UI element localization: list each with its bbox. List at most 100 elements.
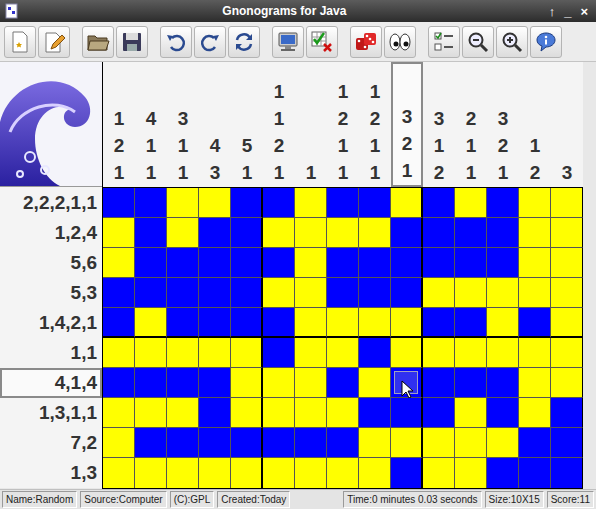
solve-button[interactable]	[272, 26, 304, 58]
grid-cell[interactable]	[455, 398, 487, 428]
open-button[interactable]	[82, 26, 114, 58]
grid-cell[interactable]	[295, 368, 327, 398]
settings-button[interactable]	[428, 26, 460, 58]
grid-cell[interactable]	[231, 428, 263, 458]
grid-cell[interactable]	[199, 308, 231, 338]
undo-button[interactable]	[160, 26, 192, 58]
grid-cell[interactable]	[551, 188, 583, 218]
grid-cell[interactable]	[487, 278, 519, 308]
restart-button[interactable]	[228, 26, 260, 58]
grid-cell[interactable]	[199, 428, 231, 458]
grid-cell[interactable]	[487, 248, 519, 278]
grid-cell[interactable]	[199, 218, 231, 248]
grid-cell[interactable]	[135, 248, 167, 278]
grid-cell[interactable]	[199, 278, 231, 308]
grid-cell[interactable]	[167, 278, 199, 308]
grid-cell[interactable]	[327, 188, 359, 218]
grid-cell[interactable]	[551, 368, 583, 398]
grid-cell[interactable]	[359, 368, 391, 398]
grid-cell[interactable]	[135, 278, 167, 308]
grid-cell[interactable]	[519, 278, 551, 308]
grid-cell[interactable]	[327, 338, 359, 368]
grid-cell[interactable]	[551, 338, 583, 368]
grid-cell[interactable]	[295, 218, 327, 248]
grid-cell[interactable]	[295, 428, 327, 458]
grid-cell[interactable]	[135, 458, 167, 488]
grid-cell[interactable]	[295, 188, 327, 218]
redo-button[interactable]	[194, 26, 226, 58]
grid-cell[interactable]	[135, 308, 167, 338]
grid-cell[interactable]	[103, 218, 135, 248]
grid-cell[interactable]	[423, 338, 455, 368]
grid-cell[interactable]	[455, 338, 487, 368]
grid-cell[interactable]	[487, 308, 519, 338]
grid-cell[interactable]	[391, 278, 423, 308]
grid-cell[interactable]	[359, 398, 391, 428]
grid-cell[interactable]	[103, 368, 135, 398]
grid-cell[interactable]	[327, 368, 359, 398]
grid-cell[interactable]	[135, 428, 167, 458]
grid-cell[interactable]	[167, 218, 199, 248]
grid-cell[interactable]	[551, 428, 583, 458]
grid-cell[interactable]	[199, 398, 231, 428]
grid-cell[interactable]	[487, 428, 519, 458]
grid-cell[interactable]	[135, 188, 167, 218]
grid-cell[interactable]	[199, 248, 231, 278]
grid-cell[interactable]	[231, 218, 263, 248]
grid-cell[interactable]	[455, 188, 487, 218]
grid-cell[interactable]	[295, 458, 327, 488]
grid-cell[interactable]	[167, 188, 199, 218]
grid-cell[interactable]	[487, 458, 519, 488]
grid-cell[interactable]	[487, 368, 519, 398]
grid-cell[interactable]	[103, 338, 135, 368]
grid-cell[interactable]	[231, 248, 263, 278]
grid-cell[interactable]	[135, 398, 167, 428]
grid-cell[interactable]	[167, 428, 199, 458]
grid-cell[interactable]	[263, 368, 295, 398]
grid-cell[interactable]	[295, 278, 327, 308]
grid-cell[interactable]	[423, 398, 455, 428]
grid-cell[interactable]	[135, 338, 167, 368]
grid-cell[interactable]	[423, 188, 455, 218]
zoom-out-button[interactable]	[462, 26, 494, 58]
grid-cell[interactable]	[519, 398, 551, 428]
grid-cell[interactable]	[167, 308, 199, 338]
grid-cell[interactable]	[231, 278, 263, 308]
peek-button[interactable]	[384, 26, 416, 58]
grid-cell[interactable]	[391, 248, 423, 278]
grid-cell[interactable]	[263, 188, 295, 218]
grid-cell[interactable]	[359, 338, 391, 368]
grid-cell[interactable]	[135, 218, 167, 248]
grid-cell[interactable]	[199, 368, 231, 398]
grid-cell[interactable]	[295, 398, 327, 428]
grid-cell[interactable]	[263, 338, 295, 368]
grid-cell[interactable]	[103, 188, 135, 218]
grid-cell[interactable]	[423, 218, 455, 248]
grid-cell[interactable]	[263, 248, 295, 278]
grid-cell[interactable]	[167, 398, 199, 428]
grid-cell[interactable]	[231, 338, 263, 368]
grid-cell[interactable]	[295, 308, 327, 338]
grid-cell[interactable]	[231, 188, 263, 218]
grid-cell[interactable]	[487, 398, 519, 428]
grid-cell[interactable]	[231, 308, 263, 338]
grid-cell[interactable]	[359, 458, 391, 488]
grid-cell[interactable]	[519, 248, 551, 278]
grid-cell[interactable]	[327, 428, 359, 458]
grid-cell[interactable]	[359, 428, 391, 458]
grid-cell[interactable]	[167, 368, 199, 398]
grid-cell[interactable]	[263, 278, 295, 308]
window-control[interactable]: _	[564, 4, 571, 19]
grid-cell[interactable]	[167, 458, 199, 488]
edit-button[interactable]	[38, 26, 70, 58]
grid-cell[interactable]	[551, 278, 583, 308]
grid-cell[interactable]	[455, 458, 487, 488]
grid-cell[interactable]	[295, 338, 327, 368]
grid-cell[interactable]	[551, 248, 583, 278]
grid-cell[interactable]	[103, 428, 135, 458]
grid-cell[interactable]	[455, 248, 487, 278]
grid-cell[interactable]	[519, 218, 551, 248]
grid-cell[interactable]	[391, 428, 423, 458]
grid-cell[interactable]	[551, 218, 583, 248]
grid-cell[interactable]	[487, 338, 519, 368]
